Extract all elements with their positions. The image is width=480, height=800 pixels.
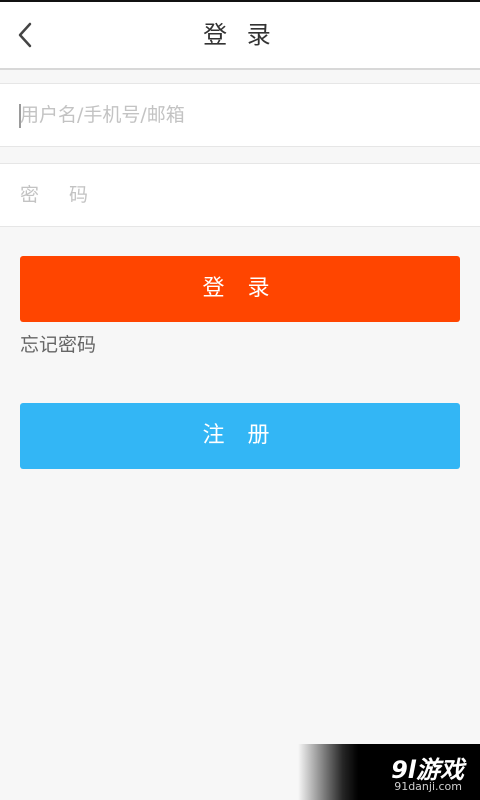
username-input[interactable] xyxy=(20,84,460,146)
login-button[interactable]: 登 录 xyxy=(20,256,460,322)
forgot-password-link[interactable]: 忘记密码 xyxy=(20,330,96,357)
chevron-left-icon xyxy=(10,14,46,56)
watermark: 9l游戏 91danji.com xyxy=(298,744,480,800)
password-field[interactable] xyxy=(0,163,480,227)
page-title: 登 录 xyxy=(203,21,277,49)
back-button[interactable] xyxy=(10,14,46,56)
password-input[interactable] xyxy=(20,164,460,226)
watermark-url: 91danji.com xyxy=(394,780,462,793)
header-bar: 登 录 xyxy=(0,2,480,70)
register-button[interactable]: 注 册 xyxy=(20,403,460,469)
username-field[interactable] xyxy=(0,83,480,147)
